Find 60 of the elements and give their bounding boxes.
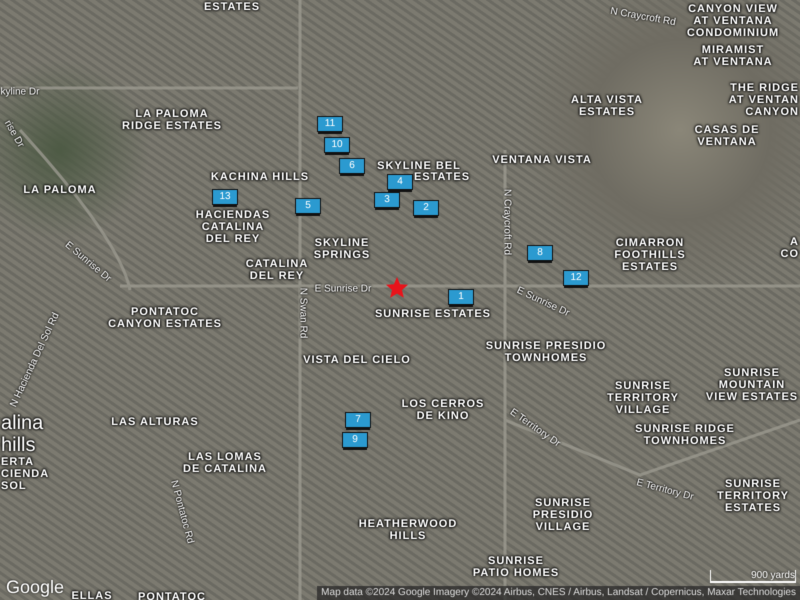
area-label: CATALINA DEL REY (246, 258, 308, 282)
area-label: VENTANA VISTA (492, 154, 592, 166)
map-marker[interactable]: 13 (212, 189, 238, 205)
map-marker[interactable]: 6 (339, 158, 365, 174)
map-marker[interactable]: 5 (295, 198, 321, 214)
area-label: ALTA VISTA ESTATES (571, 94, 643, 118)
area-label: SUNRISE MOUNTAIN VIEW ESTATES (706, 367, 798, 403)
area-label: ERTA CIENDA SOL (1, 456, 50, 492)
map-marker[interactable]: 3 (374, 192, 400, 208)
area-label: ELLAS (71, 590, 113, 600)
area-label: LA PALOMA (23, 184, 97, 196)
area-label: alina hills (1, 412, 44, 456)
area-label: SUNRISE TERRITORY VILLAGE (607, 380, 679, 416)
area-label: LOS CERROS DE KINO (402, 398, 484, 422)
area-label: CIMARRON FOOTHILLS ESTATES (614, 237, 686, 273)
area-label: SUNRISE TERRITORY ESTATES (717, 478, 789, 514)
road-label: E Sunrise Dr (314, 284, 372, 294)
road-label: E Territory Dr (635, 477, 695, 503)
road-label: N Pontatoc Rd (168, 479, 196, 545)
map-marker[interactable]: 8 (527, 245, 553, 261)
area-label: VISTA DEL CIELO (303, 354, 411, 366)
area-label: CANYON VIEW AT VENTANA CONDOMINIUM (686, 3, 780, 39)
area-label: CASAS DE VENTANA (694, 124, 760, 148)
area-label: THE RIDGE AT VENTAN CANYON (728, 82, 799, 118)
road-label: N Craycroft Rd (502, 188, 512, 256)
map-marker[interactable]: 4 (387, 174, 413, 190)
scale-bar: 900 yards (710, 570, 796, 583)
area-label: ESTATES (414, 171, 470, 183)
map-attribution: Map data ©2024 Google Imagery ©2024 Airbus, CNES / Airbus, Landsat / Copernicus, Maxar Technologies (317, 586, 800, 600)
area-label: MIRAMIST AT VENTANA (693, 44, 773, 68)
area-label: HEATHERWOOD HILLS (358, 518, 458, 542)
area-label: SKYLINE BEL (377, 160, 461, 172)
map-marker[interactable]: 9 (342, 432, 368, 448)
area-label: SUNRISE PATIO HOMES (472, 555, 560, 579)
area-label: SUNRISE PRESIDIO VILLAGE (532, 497, 594, 533)
road-label: rise Dr (2, 118, 26, 150)
road-label: N Swan Rd (298, 288, 308, 338)
area-label: SUNRISE ESTATES (374, 308, 492, 320)
area-label: ESTATES (204, 1, 260, 13)
area-label: SUNRISE PRESIDIO TOWNHOMES (486, 340, 606, 364)
map-marker[interactable]: 2 (413, 200, 439, 216)
area-label: LAS LOMAS DE CATALINA (183, 451, 267, 475)
road-label: kyline Dr (0, 86, 40, 98)
map-marker[interactable]: 12 (563, 270, 589, 286)
map-marker[interactable]: 7 (345, 412, 371, 428)
area-label: PONTATOC CANYON ESTATES (108, 306, 222, 330)
area-label: A CO (780, 236, 799, 260)
map-marker[interactable]: 10 (324, 137, 350, 153)
map-marker[interactable]: 1 (448, 289, 474, 305)
road-label: N Craycroft Rd (609, 6, 677, 28)
logo[interactable]: Google (6, 577, 64, 598)
area-label: SUNRISE RIDGE TOWNHOMES (635, 423, 735, 447)
area-label: LAS ALTURAS (111, 416, 199, 428)
star-icon[interactable] (385, 276, 409, 300)
area-label: LA PALOMA RIDGE ESTATES (122, 108, 222, 132)
area-label: HACIENDAS CATALINA DEL REY (196, 209, 270, 245)
area-label: KACHINA HILLS (210, 171, 310, 183)
area-label: PONTATOC (138, 591, 206, 600)
map-marker[interactable]: 11 (317, 116, 343, 132)
area-label: SKYLINE SPRINGS (314, 237, 370, 261)
